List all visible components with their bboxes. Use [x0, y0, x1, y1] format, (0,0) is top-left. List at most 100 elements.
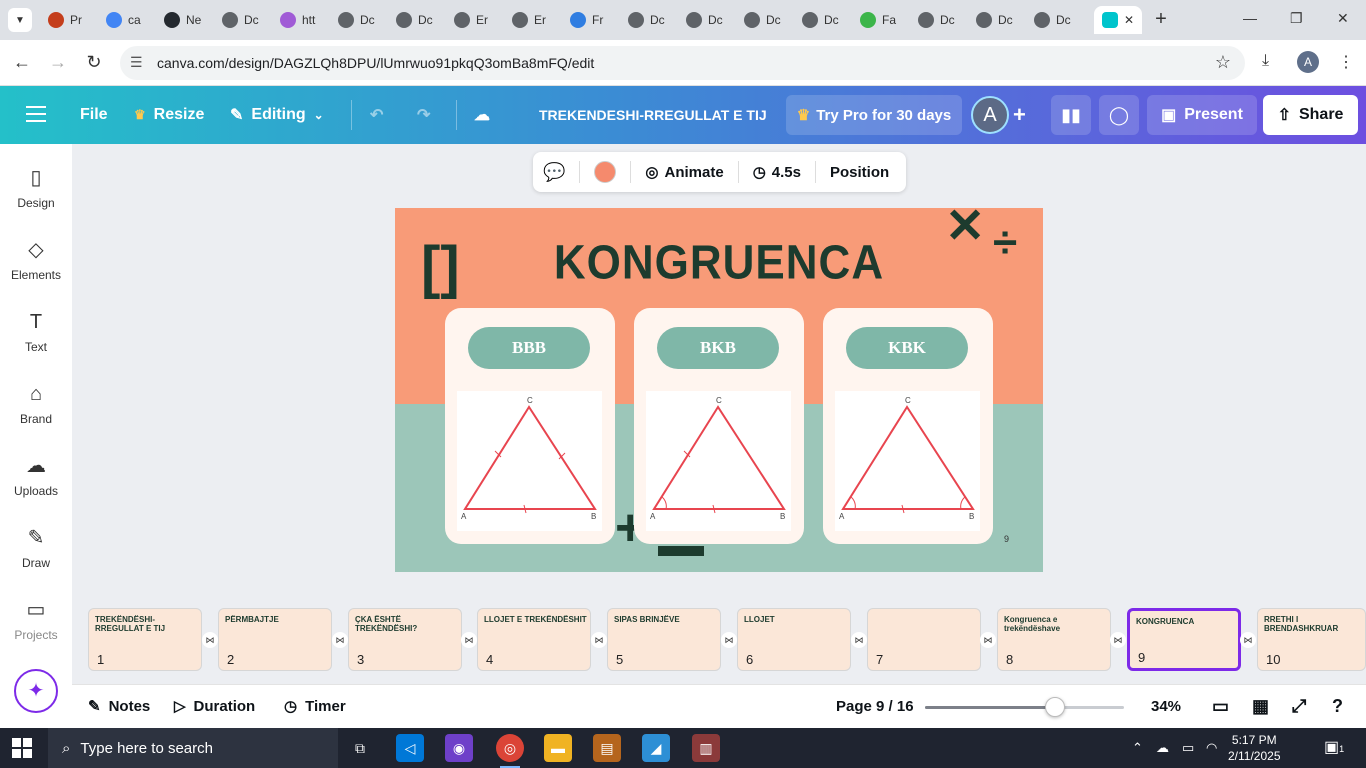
winrar-icon[interactable]: ▥	[692, 734, 720, 762]
new-tab-button[interactable]: +	[1150, 8, 1172, 30]
windows-start-icon[interactable]	[12, 738, 32, 758]
battery-icon[interactable]: ▭	[1182, 740, 1194, 756]
sidebar-item-text[interactable]: T Text	[0, 310, 72, 370]
transition-icon[interactable]: ⋈	[591, 632, 607, 648]
transition-icon[interactable]: ⋈	[851, 632, 867, 648]
browser-tab[interactable]: Dc	[968, 6, 1024, 34]
page-thumbnail[interactable]: RRETHI I BRENDASHKRUAR 10	[1257, 608, 1366, 671]
browser-tab[interactable]: Pr	[40, 6, 96, 34]
github-desktop-icon[interactable]: ◉	[445, 734, 473, 762]
browser-tab[interactable]: Dc	[794, 6, 850, 34]
present-button[interactable]: ▣ Present	[1147, 95, 1257, 135]
tray-chevron-icon[interactable]: ⌃	[1132, 740, 1143, 756]
browser-tab[interactable]: Dc	[330, 6, 386, 34]
transition-icon[interactable]: ⋈	[202, 632, 218, 648]
task-view-icon[interactable]: ⧉	[346, 734, 374, 762]
slide-canvas[interactable]: [] KONGRUENCA ✕ ÷ + BBB C A B BKB C A B …	[395, 208, 1043, 572]
sidebar-item-projects[interactable]: ▭ Projects	[0, 598, 72, 658]
design-title[interactable]: TREKENDESHI-RREGULLAT E TIJ	[539, 86, 767, 144]
omnibox[interactable]: ☰ canva.com/design/DAGZLQh8DPU/lUmrwuo91…	[120, 46, 1245, 80]
profile-avatar[interactable]: A	[1297, 51, 1319, 73]
browser-tab[interactable]: ca	[98, 6, 154, 34]
browser-tab[interactable]: Dc	[620, 6, 676, 34]
insights-button[interactable]: ▮▮	[1051, 95, 1091, 135]
sidebar-item-elements[interactable]: ◇ Elements	[0, 238, 72, 298]
user-avatar[interactable]: A	[971, 96, 1009, 134]
page-thumbnail[interactable]: SIPAS BRINJËVE 5	[607, 608, 721, 671]
forward-button[interactable]: →	[47, 52, 69, 73]
redo-button[interactable]: ↷	[417, 86, 430, 144]
browser-tab[interactable]: Er	[446, 6, 502, 34]
duration-button[interactable]: ◷ 4.5s	[753, 163, 801, 182]
card-kbk[interactable]: KBK C A B	[823, 308, 993, 544]
page-thumbnail[interactable]: LLOJET E TREKËNDËSHIT 4	[477, 608, 591, 671]
card-bkb[interactable]: BKB C A B	[634, 308, 804, 544]
taskbar-clock[interactable]: 5:17 PM 2/11/2025	[1228, 732, 1281, 764]
file-menu-button[interactable]: File	[80, 86, 108, 144]
browser-tab[interactable]: Fr	[562, 6, 618, 34]
comment-add-icon[interactable]: 💬	[543, 162, 565, 183]
bookmark-star-icon[interactable]: ☆	[1215, 52, 1231, 73]
browser-tab[interactable]: Fa	[852, 6, 908, 34]
undo-button[interactable]: ↶	[370, 86, 383, 144]
zoom-percentage[interactable]: 34%	[1151, 684, 1181, 728]
transition-icon[interactable]: ⋈	[1240, 632, 1256, 648]
transition-icon[interactable]: ⋈	[1110, 632, 1126, 648]
editing-mode-button[interactable]: ✎ Editing ⌄	[230, 86, 324, 144]
photos-icon[interactable]: ◢	[642, 734, 670, 762]
taskbar-search[interactable]: ⌕ Type here to search	[48, 728, 338, 768]
comments-button[interactable]: ◯	[1099, 95, 1139, 135]
chrome-icon[interactable]: ◎	[496, 734, 524, 768]
download-icon[interactable]: ⤓	[1262, 52, 1269, 70]
fill-color-swatch[interactable]	[594, 161, 617, 183]
page-thumbnail[interactable]: TREKËNDËSHI-RREGULLAT E TIJ 1	[88, 608, 202, 671]
transition-icon[interactable]: ⋈	[980, 632, 996, 648]
browser-tab[interactable]: Dc	[736, 6, 792, 34]
toolbox-icon[interactable]: ▤	[593, 734, 621, 762]
browser-tab[interactable]: Dc	[910, 6, 966, 34]
browser-tab[interactable]: htt	[272, 6, 328, 34]
zoom-slider-handle[interactable]	[1045, 697, 1065, 717]
wifi-icon[interactable]: ◠	[1206, 740, 1217, 756]
browser-menu-icon[interactable]: ⋮	[1338, 52, 1354, 72]
page-thumbnail[interactable]: 7	[867, 608, 981, 671]
notes-button[interactable]: ✎ Notes	[88, 684, 150, 728]
tab-active-canva[interactable]: ✕	[1094, 6, 1142, 34]
transition-icon[interactable]: ⋈	[721, 632, 737, 648]
page-thumbnail[interactable]: PËRMBAJTJE 2	[218, 608, 332, 671]
zoom-slider-track[interactable]	[925, 706, 1124, 709]
add-collaborator-button[interactable]: +	[1013, 86, 1026, 144]
reload-button[interactable]: ↻	[83, 52, 105, 73]
page-view-icon[interactable]: ▭	[1212, 684, 1229, 728]
share-button[interactable]: ⇧ Share	[1263, 95, 1358, 135]
page-thumbnail[interactable]: LLOJET 6	[737, 608, 851, 671]
browser-tab[interactable]: Er	[504, 6, 560, 34]
sidebar-item-design[interactable]: ▯ Design	[0, 166, 72, 226]
resize-button[interactable]: ♛ Resize	[134, 86, 204, 144]
timer-button[interactable]: ◷ Timer	[284, 684, 346, 728]
animate-button[interactable]: ◎ Animate	[645, 163, 723, 182]
back-button[interactable]: ←	[11, 52, 33, 73]
duration-toggle-button[interactable]: ▷ Duration	[174, 684, 255, 728]
browser-tab[interactable]: Ne	[156, 6, 212, 34]
help-icon[interactable]: ?	[1332, 684, 1343, 728]
fullscreen-icon[interactable]: ⤢	[1292, 684, 1306, 728]
file-explorer-icon[interactable]: ▬	[544, 734, 572, 762]
notification-center-icon[interactable]: ▣1	[1324, 737, 1346, 759]
sidebar-item-draw[interactable]: ✎ Draw	[0, 526, 72, 586]
grid-view-icon[interactable]: ▦	[1252, 684, 1269, 728]
transition-icon[interactable]: ⋈	[332, 632, 348, 648]
site-info-icon[interactable]: ☰	[130, 54, 143, 71]
browser-tab[interactable]: Dc	[214, 6, 270, 34]
vscode-icon[interactable]: ◁	[396, 734, 424, 762]
page-thumbnail[interactable]: ÇKA ËSHTË TREKËNDËSHI? 3	[348, 608, 462, 671]
magic-sparkle-button[interactable]: ✦	[14, 669, 58, 713]
browser-tab[interactable]: Dc	[678, 6, 734, 34]
maximize-button[interactable]: ❐	[1290, 10, 1303, 27]
transition-icon[interactable]: ⋈	[461, 632, 477, 648]
sidebar-item-brand[interactable]: ⌂ Brand	[0, 382, 72, 442]
main-menu-icon[interactable]	[26, 106, 46, 122]
page-thumbnail[interactable]: Kongruenca e trekëndëshave 8	[997, 608, 1111, 671]
tab-search-button[interactable]: ▼	[8, 8, 32, 32]
browser-tab[interactable]: Dc	[1026, 6, 1082, 34]
